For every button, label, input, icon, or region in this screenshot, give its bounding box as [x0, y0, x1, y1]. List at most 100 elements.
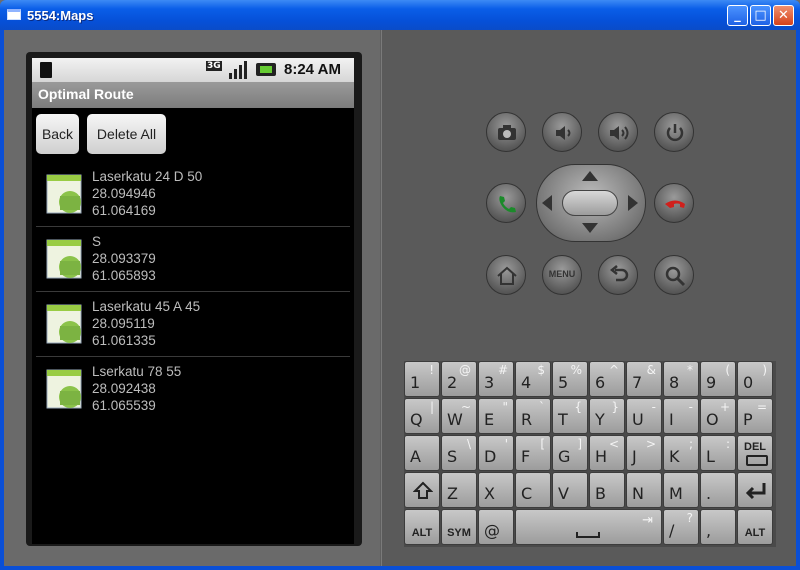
key-q[interactable]: Q | — [404, 398, 440, 434]
key-enter[interactable] — [737, 472, 773, 508]
key-y[interactable]: Y} — [589, 398, 625, 434]
close-icon: ✕ — [778, 8, 789, 23]
key-z[interactable]: Z — [441, 472, 477, 508]
volume-down-icon — [556, 126, 571, 140]
key-e[interactable]: E " — [478, 398, 514, 434]
key-alt-label: [ — [540, 437, 545, 451]
menu-button[interactable]: MENU — [542, 255, 582, 295]
key-alt-label: ; — [688, 437, 693, 451]
key-4[interactable]: 4 $ — [515, 361, 551, 397]
key-label: R — [521, 410, 533, 429]
key-x[interactable]: X — [478, 472, 514, 508]
android-app-icon — [46, 304, 82, 344]
key-label: E — [484, 410, 495, 429]
close-button[interactable]: ✕ — [773, 5, 794, 26]
key-period[interactable]: . — [700, 472, 736, 508]
key-at[interactable]: @ — [478, 509, 514, 545]
volume-up-button[interactable] — [598, 112, 638, 152]
key-comma[interactable]: , — [700, 509, 736, 545]
key-label: Y — [595, 410, 605, 429]
dpad-up-icon[interactable] — [582, 171, 598, 181]
list-item[interactable]: Lserkatu 78 55 28.092438 61.065539 — [36, 357, 350, 422]
maximize-icon: □ — [754, 8, 767, 23]
key-delete[interactable]: DEL — [737, 435, 773, 471]
key-f[interactable]: F[ — [515, 435, 551, 471]
power-button[interactable] — [654, 112, 694, 152]
key-w[interactable]: W ~ — [441, 398, 477, 434]
key-n[interactable]: N — [626, 472, 662, 508]
camera-button[interactable] — [486, 112, 526, 152]
list-item[interactable]: Laserkatu 24 D 50 28.094946 61.064169 — [36, 162, 350, 227]
key-2[interactable]: 2 @ — [441, 361, 477, 397]
key-slash[interactable]: /? — [663, 509, 699, 545]
key-9[interactable]: 9( — [700, 361, 736, 397]
key-t[interactable]: T{ — [552, 398, 588, 434]
menu-label: MENU — [548, 269, 576, 279]
key-o[interactable]: O + — [700, 398, 736, 434]
list-item[interactable]: Laserkatu 45 A 45 28.095119 61.061335 — [36, 292, 350, 357]
key-g[interactable]: G] — [552, 435, 588, 471]
key-label: 8 — [669, 373, 680, 392]
key-6[interactable]: 6 ^ — [589, 361, 625, 397]
key-u[interactable]: U- — [626, 398, 662, 434]
dpad-right-icon[interactable] — [628, 195, 638, 211]
maximize-button[interactable]: □ — [750, 5, 771, 26]
key-alt-left[interactable]: ALT — [404, 509, 440, 545]
dpad-center-button[interactable] — [562, 190, 618, 216]
route-name: S — [92, 234, 102, 249]
key-5[interactable]: 5% — [552, 361, 588, 397]
route-lon: 28.094946 — [92, 186, 156, 201]
key-7[interactable]: 7 & — [626, 361, 662, 397]
key-alt-right[interactable]: ALT — [737, 509, 773, 545]
android-app-icon — [46, 369, 82, 409]
key-shift[interactable] — [404, 472, 440, 508]
device-screen[interactable]: 3G 8:24 AM Optimal Route Back Delete All — [32, 58, 354, 544]
call-button[interactable] — [486, 183, 526, 223]
volume-up-icon — [610, 126, 629, 140]
back-hw-button[interactable] — [598, 255, 638, 295]
back-button[interactable]: Back — [36, 114, 79, 154]
home-icon — [497, 266, 517, 285]
key-v[interactable]: V — [552, 472, 588, 508]
minimize-icon: _ — [734, 8, 741, 23]
key-0[interactable]: 0) — [737, 361, 773, 397]
dpad-left-icon[interactable] — [542, 195, 552, 211]
key-sym[interactable]: SYM — [441, 509, 477, 545]
space-icon — [576, 532, 600, 538]
key-k[interactable]: K; — [663, 435, 699, 471]
key-m[interactable]: M — [663, 472, 699, 508]
key-alt-label: - — [688, 400, 693, 414]
key-a[interactable]: A — [404, 435, 440, 471]
key-3[interactable]: 3 # — [478, 361, 514, 397]
key-h[interactable]: H < — [589, 435, 625, 471]
key-alt-label: ? — [686, 511, 693, 525]
key-8[interactable]: 8 * — [663, 361, 699, 397]
key-s[interactable]: S \ — [441, 435, 477, 471]
key-label: D — [484, 447, 497, 466]
key-b[interactable]: B — [589, 472, 625, 508]
key-space[interactable]: ⇥ — [515, 509, 662, 545]
key-alt-label: ' — [504, 437, 508, 451]
dpad-down-icon[interactable] — [582, 223, 598, 233]
key-j[interactable]: J > — [626, 435, 662, 471]
search-icon — [665, 266, 686, 287]
key-1[interactable]: 1! — [404, 361, 440, 397]
key-i[interactable]: I- — [663, 398, 699, 434]
home-button[interactable] — [486, 255, 526, 295]
search-button[interactable] — [654, 255, 694, 295]
key-l[interactable]: L: — [700, 435, 736, 471]
route-lon: 28.095119 — [92, 316, 155, 331]
battery-icon — [256, 63, 276, 76]
list-item[interactable]: S 28.093379 61.065893 — [36, 227, 350, 292]
key-c[interactable]: C — [515, 472, 551, 508]
key-label: S — [447, 447, 458, 466]
key-alt-label: : — [725, 437, 730, 451]
delete-all-button[interactable]: Delete All — [87, 114, 166, 154]
title-bar[interactable]: 5554:Maps _ □ ✕ — [0, 0, 800, 30]
minimize-button[interactable]: _ — [727, 5, 748, 26]
key-r[interactable]: R ` — [515, 398, 551, 434]
key-d[interactable]: D ' — [478, 435, 514, 471]
end-call-button[interactable] — [654, 183, 694, 223]
key-p[interactable]: P = — [737, 398, 773, 434]
volume-down-button[interactable] — [542, 112, 582, 152]
